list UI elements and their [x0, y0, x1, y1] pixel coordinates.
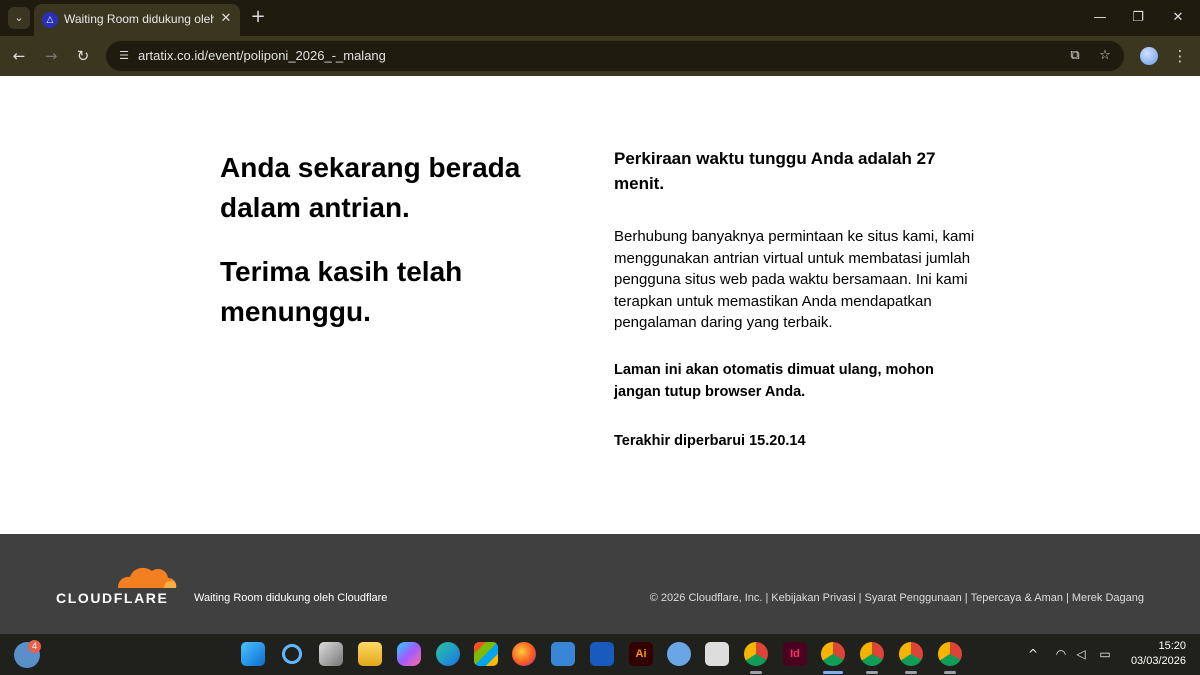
- browser-menu-icon[interactable]: ⋮: [1170, 45, 1190, 67]
- legal-links: © 2026 Cloudflare, Inc. | Kebijakan Privas…: [649, 592, 1144, 604]
- trust-safety-link[interactable]: Tepercaya & Aman: [971, 592, 1063, 604]
- clock-date: 03/03/2026: [1130, 655, 1186, 667]
- volume-icon[interactable]: ◁: [1072, 645, 1090, 663]
- browser-toolbar: ← → ↻ ☰ artatix.co.id/event/poliponi_202…: [0, 36, 1200, 76]
- profile-avatar[interactable]: [1140, 47, 1158, 65]
- chrome-icon[interactable]: [744, 642, 768, 666]
- reload-icon[interactable]: ↻: [72, 45, 94, 67]
- chrome-profile-icon[interactable]: [821, 642, 845, 666]
- back-icon[interactable]: ←: [8, 45, 30, 67]
- trademark-link[interactable]: Merek Dagang: [1072, 592, 1144, 604]
- thanks-heading: Terima kasih telah menunggu.: [220, 256, 463, 327]
- restore-icon[interactable]: ❐: [1128, 8, 1148, 28]
- running-indicator: [866, 671, 878, 674]
- forward-icon[interactable]: →: [40, 45, 62, 67]
- browser-tab-strip: ⌄ △ Waiting Room didukung oleh Cloudflar…: [0, 0, 1200, 36]
- queue-heading: Anda sekarang berada dalam antrian.: [220, 152, 521, 223]
- browser-tab-active[interactable]: △ Waiting Room didukung oleh Cloudflare …: [34, 4, 240, 36]
- clock-time: 15:20: [1158, 640, 1186, 652]
- running-indicator: [944, 671, 956, 674]
- task-view-icon[interactable]: [319, 642, 343, 666]
- taskbar-clock[interactable]: 15:20 03/03/2026: [1131, 639, 1186, 669]
- close-window-icon[interactable]: ✕: [1168, 8, 1188, 28]
- tab-close-icon[interactable]: ✕: [218, 11, 234, 27]
- address-bar[interactable]: ☰ artatix.co.id/event/poliponi_2026_-_ma…: [106, 41, 1124, 71]
- translate-icon[interactable]: ⧉: [1066, 47, 1084, 65]
- chrome-profile-icon[interactable]: [860, 642, 884, 666]
- copilot-icon[interactable]: [397, 642, 421, 666]
- snipping-tool-icon[interactable]: [705, 642, 729, 666]
- search-icon[interactable]: [280, 642, 304, 666]
- active-app-indicator: [823, 671, 843, 674]
- tab-search-button[interactable]: ⌄: [8, 7, 30, 29]
- cloudflare-footer: CLOUDFLARE Waiting Room didukung oleh Cl…: [0, 534, 1200, 634]
- indesign-icon[interactable]: Id: [783, 642, 807, 666]
- site-favicon-icon: △: [42, 12, 58, 28]
- auto-reload-notice: Laman ini akan otomatis dimuat ulang, mo…: [614, 362, 934, 400]
- tab-title: Waiting Room didukung oleh Cloudflare: [64, 12, 214, 26]
- widgets-badge: 4: [28, 640, 41, 653]
- estimated-wait-time: Perkiraan waktu tunggu Anda adalah 27 me…: [614, 149, 936, 193]
- wifi-icon[interactable]: ◠: [1052, 645, 1070, 663]
- bookmark-star-icon[interactable]: ☆: [1096, 47, 1114, 65]
- chrome-profile-icon[interactable]: [938, 642, 962, 666]
- privacy-link[interactable]: Kebijakan Privasi: [771, 592, 855, 604]
- store-icon[interactable]: [474, 642, 498, 666]
- chrome-profile-icon[interactable]: [899, 642, 923, 666]
- start-icon[interactable]: [241, 642, 265, 666]
- windows-taskbar: 4 Ai Id ^ ◠ ◁ ▭ 15:20 03/03/2026: [0, 634, 1200, 675]
- powered-by-text: Waiting Room didukung oleh Cloudflare: [194, 592, 388, 604]
- running-indicator: [905, 671, 917, 674]
- cloudflare-logo-text[interactable]: CLOUDFLARE: [56, 590, 168, 606]
- copyright-text: © 2026 Cloudflare, Inc.: [649, 592, 763, 604]
- last-updated-time: Terakhir diperbarui 15.20.14: [614, 433, 806, 449]
- site-info-icon[interactable]: ☰: [116, 48, 132, 64]
- illustrator-icon[interactable]: Ai: [629, 642, 653, 666]
- queue-description: Berhubung banyaknya permintaan ke situs …: [614, 228, 975, 331]
- url-text[interactable]: artatix.co.id/event/poliponi_2026_-_mala…: [138, 48, 386, 63]
- waiting-room-content: Anda sekarang berada dalam antrian. Teri…: [0, 76, 1200, 534]
- battery-icon[interactable]: ▭: [1094, 645, 1116, 663]
- terms-link[interactable]: Syarat Penggunaan: [865, 592, 962, 604]
- new-tab-button[interactable]: +: [248, 7, 268, 27]
- firefox-icon[interactable]: [512, 642, 536, 666]
- word-icon[interactable]: [590, 642, 614, 666]
- edge-icon[interactable]: [436, 642, 460, 666]
- running-indicator: [750, 671, 762, 674]
- file-explorer-icon[interactable]: [358, 642, 382, 666]
- chevron-up-icon[interactable]: ^: [1024, 645, 1042, 663]
- app-globe-icon[interactable]: [667, 642, 691, 666]
- minimize-icon[interactable]: —: [1090, 8, 1110, 28]
- photos-icon[interactable]: [551, 642, 575, 666]
